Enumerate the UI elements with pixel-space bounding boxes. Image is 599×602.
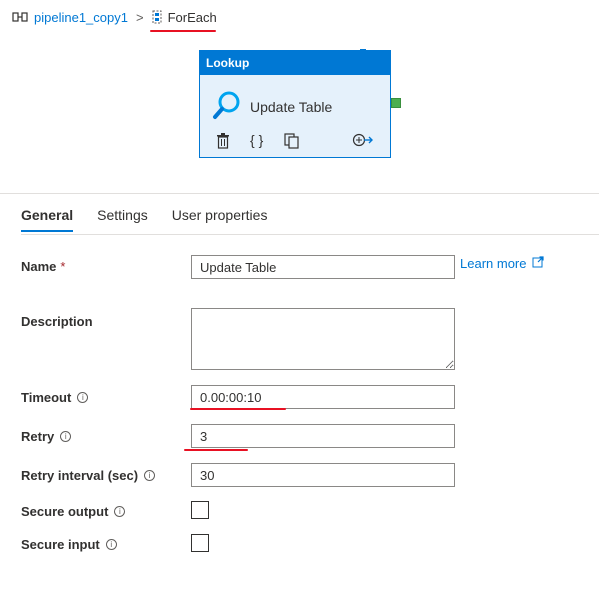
tab-general[interactable]: General (21, 207, 74, 232)
breadcrumb: pipeline1_copy1 > ForEach (12, 7, 217, 27)
description-textarea[interactable] (191, 308, 455, 370)
external-link-icon (532, 256, 545, 271)
foreach-icon (152, 10, 162, 24)
lookup-magnifier-icon (212, 90, 242, 125)
secure-input-checkbox[interactable] (191, 534, 209, 552)
retry-interval-label-text: Retry interval (sec) (21, 468, 139, 483)
secure-output-label: Secure output i (21, 504, 126, 519)
properties-tabs: General Settings User properties (21, 207, 291, 232)
secure-output-checkbox[interactable] (191, 501, 209, 519)
secure-input-label: Secure input i (21, 537, 117, 552)
lookup-activity-card[interactable]: Lookup Update Table { } (199, 50, 391, 158)
breadcrumb-pipeline-link[interactable]: pipeline1_copy1 (34, 10, 128, 25)
secure-output-label-text: Secure output (21, 504, 109, 519)
tab-settings[interactable]: Settings (97, 207, 148, 231)
retry-label: Retry i (21, 429, 72, 444)
canvas-properties-divider (0, 193, 599, 194)
secure-input-label-text: Secure input (21, 537, 100, 552)
info-icon[interactable]: i (144, 470, 156, 481)
pipeline-icon (12, 11, 28, 23)
timeout-input[interactable] (191, 385, 455, 409)
info-icon[interactable]: i (77, 392, 89, 403)
breadcrumb-separator: > (135, 9, 144, 25)
retry-input[interactable] (191, 424, 455, 448)
required-marker: * (60, 259, 66, 274)
description-label-text: Description (21, 314, 93, 329)
timeout-label-text: Timeout (21, 390, 72, 405)
info-icon[interactable]: i (105, 539, 117, 550)
name-label: Name * (21, 259, 65, 274)
annotation-underline-timeout (190, 408, 286, 410)
description-label: Description (21, 314, 93, 329)
name-input[interactable] (191, 255, 455, 279)
add-output-icon[interactable] (352, 133, 374, 150)
activity-name: Update Table (250, 99, 333, 115)
delete-icon[interactable] (216, 133, 230, 152)
annotation-underline-retry (184, 449, 248, 451)
learn-more-link[interactable]: Learn more (460, 256, 545, 271)
tab-user-properties[interactable]: User properties (172, 207, 268, 231)
activity-type-header: Lookup (200, 51, 390, 75)
retry-label-text: Retry (21, 429, 55, 444)
success-output-port[interactable] (391, 98, 401, 108)
name-label-text: Name (21, 259, 57, 274)
retry-interval-label: Retry interval (sec) i (21, 468, 156, 483)
info-icon[interactable]: i (60, 431, 72, 442)
breadcrumb-current: ForEach (167, 9, 217, 25)
annotation-underline-foreach (150, 30, 216, 32)
copy-icon[interactable] (284, 133, 300, 152)
learn-more-text[interactable]: Learn more (460, 256, 526, 271)
code-icon[interactable]: { } (250, 132, 263, 148)
tabs-divider (21, 234, 599, 235)
info-icon[interactable]: i (114, 506, 126, 517)
retry-interval-input[interactable] (191, 463, 455, 487)
timeout-label: Timeout i (21, 390, 89, 405)
